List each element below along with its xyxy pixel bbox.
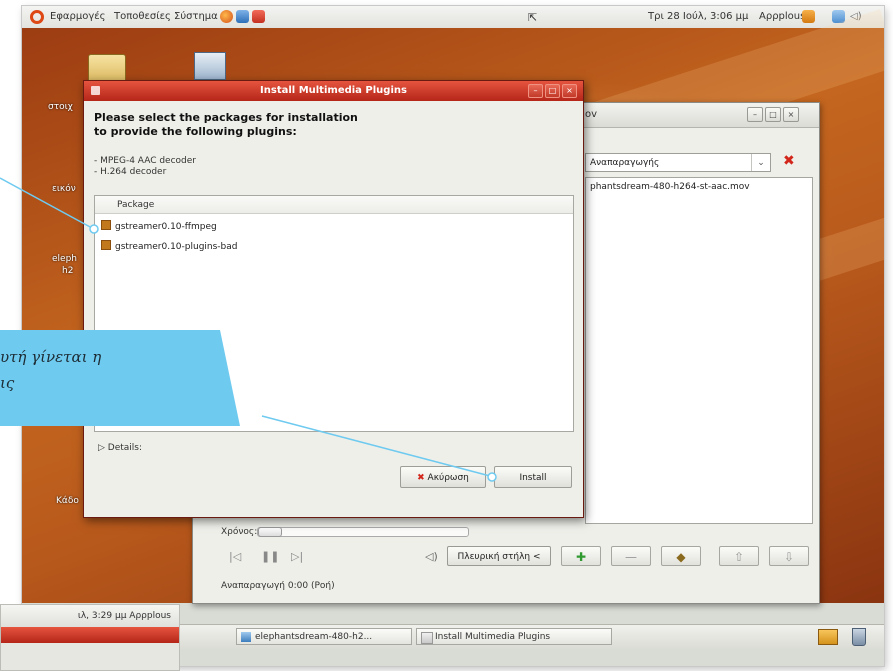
inset-screenshot: ιλ, 3:29 μμ Αρρplous: [0, 604, 180, 671]
inset-clock: ιλ, 3:29 μμ Αρρplous: [77, 611, 171, 621]
inset-titlebar: [1, 627, 179, 643]
callout-leader-lines: [0, 177, 497, 482]
inset-panel: ιλ, 3:29 μμ Αρρplous: [1, 605, 179, 627]
